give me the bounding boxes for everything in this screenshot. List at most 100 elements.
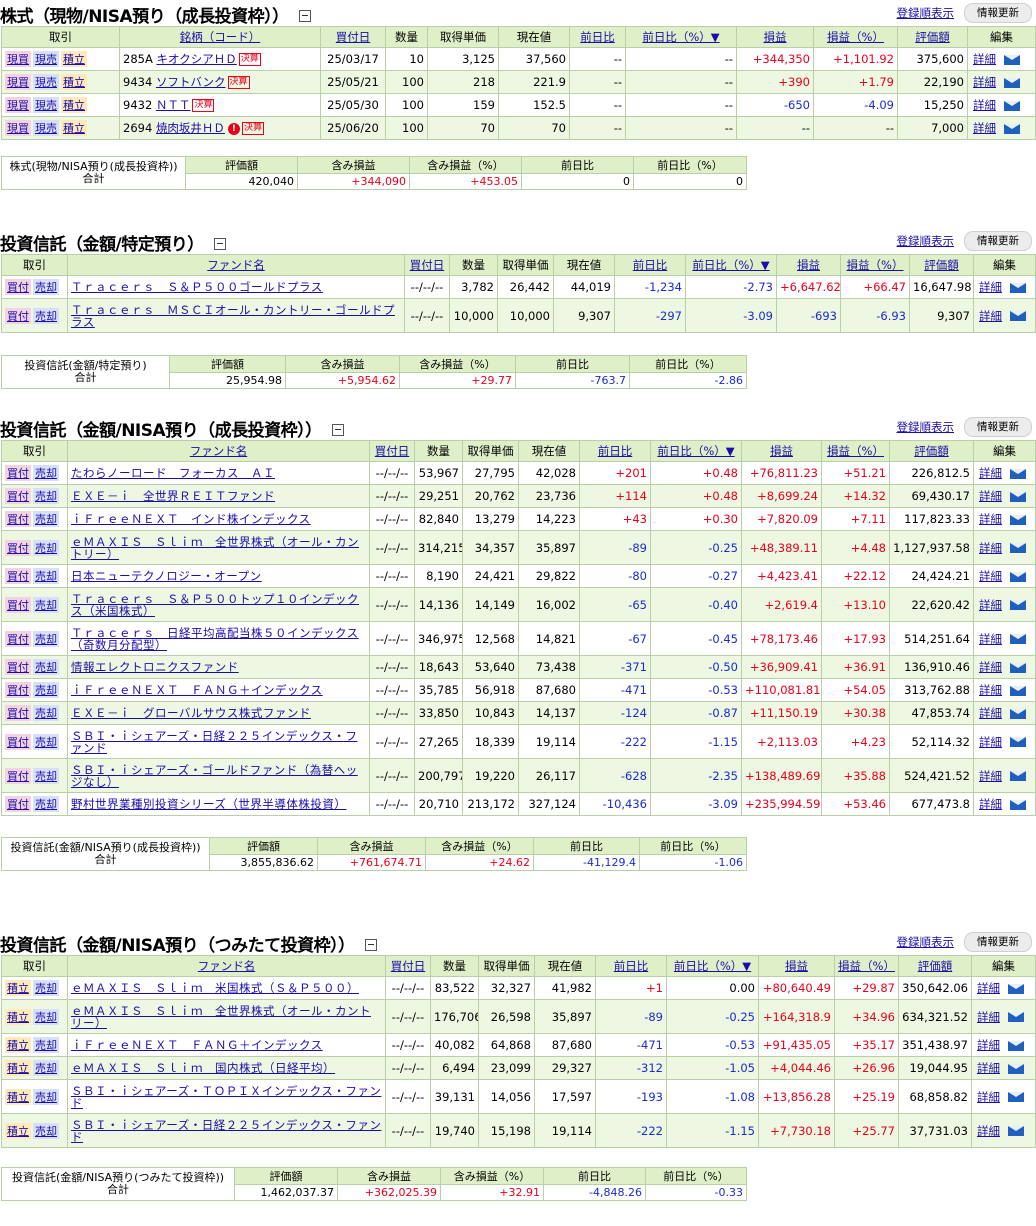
fund-name-link[interactable]: ＳＢＩ・ｉシェアーズ・日経２２５インデックス・ファンド bbox=[71, 730, 366, 754]
detail-link[interactable]: 詳細 bbox=[979, 541, 1002, 555]
order-display-link[interactable]: 登録順表示 bbox=[897, 419, 955, 435]
buy-button[interactable]: 買付 bbox=[5, 539, 31, 556]
column-header[interactable]: 損益 bbox=[758, 955, 835, 977]
mail-icon[interactable] bbox=[1010, 685, 1026, 696]
buy-button[interactable]: 買付 bbox=[5, 682, 31, 698]
detail-link[interactable]: 詳細 bbox=[979, 309, 1002, 323]
detail-link[interactable]: 詳細 bbox=[979, 683, 1002, 697]
mail-icon[interactable] bbox=[1004, 54, 1020, 65]
refresh-button[interactable]: 情報更新 bbox=[964, 932, 1032, 952]
fund-name-link[interactable]: Ｔｒａｃｅｒｓ ＭＳＣＩオール・カントリー・ゴールドプラス bbox=[71, 304, 401, 328]
mail-icon[interactable] bbox=[1010, 600, 1026, 610]
sell-button[interactable]: 売却 bbox=[33, 307, 59, 324]
buy-button[interactable]: 買付 bbox=[5, 465, 31, 481]
stock-name-link[interactable]: ソフトバンク bbox=[156, 75, 226, 89]
column-header[interactable]: 損益 bbox=[776, 254, 841, 276]
tsumitate-button[interactable]: 積立 bbox=[5, 1037, 31, 1053]
column-header[interactable]: 買付日 bbox=[404, 254, 450, 276]
detail-link[interactable]: 詳細 bbox=[979, 466, 1002, 480]
column-header[interactable]: ファンド名 bbox=[67, 440, 370, 462]
fund-name-link[interactable]: 日本ニューテクノロジー・オープン bbox=[71, 570, 366, 582]
fund-name-link[interactable]: 情報エレクトロニクスファンド bbox=[71, 661, 366, 673]
fund-name-link[interactable]: ｅＭＡＸＩＳ Ｓｌｉｍ 国内株式（日経平均） bbox=[71, 1062, 382, 1074]
genuri-button[interactable]: 現売 bbox=[33, 51, 59, 67]
mail-icon[interactable] bbox=[1010, 571, 1026, 582]
mail-icon[interactable] bbox=[1010, 634, 1026, 644]
column-header[interactable]: 損益（%） bbox=[834, 955, 899, 977]
detail-link[interactable]: 詳細 bbox=[973, 75, 996, 89]
sell-button[interactable]: 売却 bbox=[33, 1008, 59, 1025]
fund-name-link[interactable]: ＳＢＩ・ｉシェアーズ・日経２２５インデックス・ファンド bbox=[71, 1119, 382, 1143]
mail-icon[interactable] bbox=[1010, 662, 1026, 673]
column-header[interactable]: 評価額 bbox=[898, 955, 972, 977]
sell-button[interactable]: 売却 bbox=[33, 1122, 59, 1139]
column-header[interactable]: 評価額 bbox=[889, 440, 974, 462]
column-header[interactable]: 前日比 bbox=[614, 254, 686, 276]
detail-link[interactable]: 詳細 bbox=[977, 1038, 1000, 1052]
buy-button[interactable]: 買付 bbox=[5, 596, 31, 613]
detail-link[interactable]: 詳細 bbox=[979, 797, 1002, 811]
fund-name-link[interactable]: ｉＦｒｅｅＮＥＸＴ ＦＡＮＧ＋インデックス bbox=[71, 1039, 382, 1051]
sell-button[interactable]: 売却 bbox=[33, 279, 59, 295]
column-header[interactable]: 損益（%） bbox=[821, 440, 890, 462]
buy-button[interactable]: 買付 bbox=[5, 659, 31, 675]
sell-button[interactable]: 売却 bbox=[33, 1037, 59, 1053]
order-display-link[interactable]: 登録順表示 bbox=[897, 5, 955, 21]
fund-name-link[interactable]: 野村世界業種別投資シリーズ（世界半導体株投資） bbox=[71, 798, 366, 810]
order-display-link[interactable]: 登録順表示 bbox=[897, 934, 955, 950]
stock-name-link[interactable]: 焼肉坂井ＨＤ bbox=[156, 121, 225, 135]
genuri-button[interactable]: 現売 bbox=[33, 74, 59, 90]
fund-name-link[interactable]: たわらノーロード フォーカス ＡＩ bbox=[71, 467, 366, 479]
detail-link[interactable]: 詳細 bbox=[979, 569, 1002, 583]
column-header[interactable]: 買付日 bbox=[385, 955, 431, 977]
mail-icon[interactable] bbox=[1008, 983, 1024, 994]
collapse-icon[interactable] bbox=[331, 424, 344, 436]
sell-button[interactable]: 売却 bbox=[33, 539, 59, 556]
detail-link[interactable]: 詳細 bbox=[977, 1061, 1000, 1075]
tsumitate-button[interactable]: 積立 bbox=[61, 97, 87, 113]
tsumitate-button[interactable]: 積立 bbox=[61, 120, 87, 136]
tsumitate-button[interactable]: 積立 bbox=[61, 51, 87, 67]
tsumitate-button[interactable]: 積立 bbox=[5, 1060, 31, 1076]
column-header[interactable]: 前日比（%）▼ bbox=[650, 440, 742, 462]
buy-button[interactable]: 買付 bbox=[5, 630, 31, 647]
column-header[interactable]: 前日比 bbox=[595, 955, 667, 977]
detail-link[interactable]: 詳細 bbox=[973, 52, 996, 66]
fund-name-link[interactable]: ＳＢＩ・ｉシェアーズ・ゴールドファンド（為替ヘッジなし） bbox=[71, 764, 366, 788]
sell-button[interactable]: 売却 bbox=[33, 1060, 59, 1076]
tsumitate-button[interactable]: 積立 bbox=[5, 1008, 31, 1025]
sell-button[interactable]: 売却 bbox=[33, 767, 59, 784]
buy-button[interactable]: 買付 bbox=[5, 307, 31, 324]
sell-button[interactable]: 売却 bbox=[33, 796, 59, 812]
fund-name-link[interactable]: ＥＸＥ－ｉ グローバルサウス株式ファンド bbox=[71, 707, 366, 719]
sell-button[interactable]: 売却 bbox=[33, 682, 59, 698]
buy-button[interactable]: 買付 bbox=[5, 767, 31, 784]
fund-name-link[interactable]: ＥＸＥ－ｉ 全世界ＲＥＩＴファンド bbox=[71, 490, 366, 502]
fund-name-link[interactable]: Ｔｒａｃｅｒｓ Ｓ＆Ｐ５００ゴールドプラス bbox=[71, 281, 401, 293]
sell-button[interactable]: 売却 bbox=[33, 568, 59, 584]
column-header[interactable]: 損益 bbox=[741, 440, 822, 462]
refresh-button[interactable]: 情報更新 bbox=[964, 417, 1032, 437]
detail-link[interactable]: 詳細 bbox=[973, 98, 996, 112]
buy-button[interactable]: 買付 bbox=[5, 568, 31, 584]
column-header[interactable]: 損益（%） bbox=[813, 26, 898, 48]
buy-button[interactable]: 買付 bbox=[5, 705, 31, 721]
detail-link[interactable]: 詳細 bbox=[979, 280, 1002, 294]
mail-icon[interactable] bbox=[1010, 468, 1026, 479]
fund-name-link[interactable]: ｉＦｒｅｅＮＥＸＴ ＦＡＮＧ＋インデックス bbox=[71, 684, 366, 696]
column-header[interactable]: 損益 bbox=[736, 26, 814, 48]
detail-link[interactable]: 詳細 bbox=[977, 1124, 1000, 1138]
sell-button[interactable]: 売却 bbox=[33, 511, 59, 527]
detail-link[interactable]: 詳細 bbox=[979, 632, 1002, 646]
fund-name-link[interactable]: Ｔｒａｃｅｒｓ 日経平均高配当株５０インデックス（奇数月分配型） bbox=[71, 627, 366, 651]
fund-name-link[interactable]: ｅＭＡＸＩＳ Ｓｌｉｍ 米国株式（Ｓ＆Ｐ５００） bbox=[71, 982, 382, 994]
genbai-button[interactable]: 現買 bbox=[5, 120, 31, 136]
genuri-button[interactable]: 現売 bbox=[33, 97, 59, 113]
column-header[interactable]: 損益（%） bbox=[840, 254, 910, 276]
fund-name-link[interactable]: ｉＦｒｅｅＮＥＸＴ インド株インデックス bbox=[71, 513, 366, 525]
detail-link[interactable]: 詳細 bbox=[973, 121, 996, 135]
sell-button[interactable]: 売却 bbox=[33, 659, 59, 675]
refresh-button[interactable]: 情報更新 bbox=[964, 3, 1032, 23]
mail-icon[interactable] bbox=[1004, 100, 1020, 111]
genbai-button[interactable]: 現買 bbox=[5, 74, 31, 90]
